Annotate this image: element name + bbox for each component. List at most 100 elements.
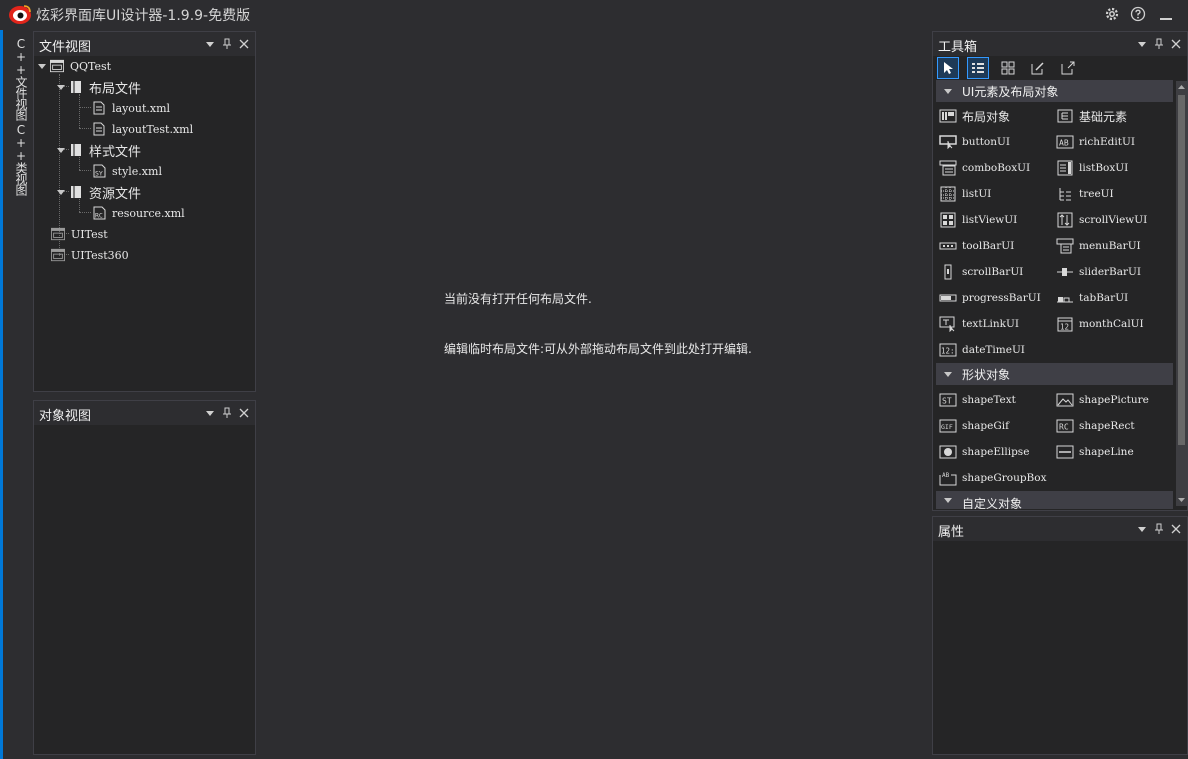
- svg-text:AB: AB: [1059, 139, 1069, 148]
- tree-item-qqtest[interactable]: QQTest: [36, 56, 111, 76]
- tree-item-style-folder[interactable]: 样式文件: [55, 140, 141, 160]
- tool-menubar[interactable]: menuBarUI: [1056, 234, 1172, 258]
- group-ui-elements[interactable]: UI元素及布局对象: [936, 80, 1173, 102]
- tool-monthcal[interactable]: 12 monthCalUI: [1056, 312, 1172, 336]
- tool-label: shapeRect: [1079, 420, 1135, 432]
- tree-item-resource-xml[interactable]: RC resource.xml: [92, 203, 185, 223]
- tool-shape-text[interactable]: ST shapeText: [939, 388, 1055, 412]
- tree-item-layout-xml[interactable]: layout.xml: [92, 98, 170, 118]
- shape-ellipse-icon: [939, 444, 957, 460]
- close-icon[interactable]: [237, 37, 251, 51]
- settings-gear-icon[interactable]: [1102, 4, 1122, 24]
- tool-label: listUI: [962, 188, 992, 200]
- tree-item-layout-folder[interactable]: 布局文件: [55, 77, 141, 97]
- dropdown-arrow-icon[interactable]: [203, 37, 217, 51]
- close-icon[interactable]: [237, 406, 251, 420]
- expanded-arrow-icon[interactable]: [942, 85, 954, 97]
- expanded-arrow-icon[interactable]: [55, 81, 67, 93]
- expanded-arrow-icon[interactable]: [55, 144, 67, 156]
- tab-cpp-file-view[interactable]: C++文件视图: [13, 37, 30, 120]
- tool-label: sliderBarUI: [1079, 266, 1142, 278]
- tool-listview[interactable]: listViewUI: [939, 208, 1055, 232]
- toolbox-title: 工具箱: [938, 40, 978, 55]
- help-icon[interactable]: [1128, 4, 1148, 24]
- tool-label: listBoxUI: [1079, 162, 1129, 174]
- pin-icon[interactable]: [220, 406, 234, 420]
- tool-textlink[interactable]: textLinkUI: [939, 312, 1055, 336]
- group-title: 形状对象: [962, 367, 1011, 382]
- close-icon[interactable]: [1169, 522, 1183, 536]
- expanded-arrow-icon[interactable]: [36, 60, 48, 72]
- tool-basic-element[interactable]: 基础元素: [1056, 104, 1172, 128]
- group-custom-objects[interactable]: 自定义对象: [936, 491, 1173, 509]
- tool-tree[interactable]: treeUI: [1056, 182, 1172, 206]
- svg-text:RC: RC: [95, 212, 103, 220]
- object-view-panel: 对象视图: [33, 400, 256, 755]
- tool-scrollview[interactable]: scrollViewUI: [1056, 208, 1172, 232]
- window-title: 炫彩界面库UI设计器-1.9.9-免费版: [36, 8, 251, 24]
- tool-progressbar[interactable]: progressBarUI: [939, 286, 1055, 310]
- list-icon: [939, 186, 957, 202]
- pointer-tool-icon[interactable]: [937, 57, 959, 79]
- tool-shape-groupbox[interactable]: AB shapeGroupBox: [939, 466, 1055, 490]
- tool-label: richEditUI: [1079, 136, 1135, 148]
- tool-shape-picture[interactable]: shapePicture: [1056, 388, 1172, 412]
- tool-shape-gif[interactable]: GIF shapeGif: [939, 414, 1055, 438]
- grid-mode-icon[interactable]: [997, 57, 1019, 79]
- dropdown-arrow-icon[interactable]: [1135, 37, 1149, 51]
- tool-shape-ellipse[interactable]: shapeEllipse: [939, 440, 1055, 464]
- tree-label: layoutTest.xml: [112, 122, 194, 136]
- tool-toolbar[interactable]: toolBarUI: [939, 234, 1055, 258]
- progressbar-icon: [939, 290, 957, 306]
- edit-icon[interactable]: [1027, 57, 1049, 79]
- dropdown-arrow-icon[interactable]: [1135, 522, 1149, 536]
- app-logo-icon: [8, 4, 32, 25]
- tree-item-layouttest-xml[interactable]: layoutTest.xml: [92, 119, 193, 139]
- pin-icon[interactable]: [1152, 522, 1166, 536]
- tool-label: comboBoxUI: [962, 162, 1031, 174]
- scroll-down-arrow-icon[interactable]: [1178, 497, 1185, 503]
- expanded-arrow-icon[interactable]: [942, 368, 954, 380]
- tree-item-style-xml[interactable]: SY style.xml: [92, 161, 162, 181]
- tree-item-resource-folder[interactable]: 资源文件: [55, 182, 141, 202]
- expanded-arrow-icon[interactable]: [55, 186, 67, 198]
- tool-button[interactable]: buttonUI: [939, 130, 1055, 154]
- group-shape-objects[interactable]: 形状对象: [936, 363, 1173, 385]
- tree-item-uitest[interactable]: UITest: [51, 224, 108, 244]
- no-layout-open-message: 当前没有打开任何布局文件.: [444, 292, 592, 306]
- toolbox-panel: 工具箱 UI元素及布局对象 布局对象 基础元素 buttonUI AB rich…: [932, 31, 1188, 511]
- style-file-icon: SY: [92, 164, 106, 178]
- scrollbar-thumb[interactable]: [1178, 95, 1185, 445]
- tool-label: scrollViewUI: [1079, 214, 1148, 226]
- list-mode-icon[interactable]: [967, 57, 989, 79]
- tool-label: 布局对象: [962, 109, 1011, 124]
- tool-richedit[interactable]: AB richEditUI: [1056, 130, 1172, 154]
- svg-text:SY: SY: [95, 170, 103, 178]
- tool-sliderbar[interactable]: sliderBarUI: [1056, 260, 1172, 284]
- tool-layout-object[interactable]: 布局对象: [939, 104, 1055, 128]
- dropdown-arrow-icon[interactable]: [203, 406, 217, 420]
- pin-icon[interactable]: [220, 37, 234, 51]
- external-icon[interactable]: [1057, 57, 1079, 79]
- datetime-icon: 12:: [939, 342, 957, 358]
- scroll-up-arrow-icon[interactable]: [1178, 84, 1185, 90]
- tab-cpp-class-view[interactable]: C++类视图: [13, 123, 30, 195]
- tool-scrollbar[interactable]: scrollBarUI: [939, 260, 1055, 284]
- close-icon[interactable]: [1169, 37, 1183, 51]
- shape-line-icon: [1056, 444, 1074, 460]
- expanded-arrow-icon[interactable]: [942, 494, 954, 506]
- shape-text-icon: ST: [939, 392, 957, 408]
- tool-shape-rect[interactable]: RC shapeRect: [1056, 414, 1172, 438]
- tool-shape-line[interactable]: shapeLine: [1056, 440, 1172, 464]
- tool-combobox[interactable]: comboBoxUI: [939, 156, 1055, 180]
- tool-list[interactable]: listUI: [939, 182, 1055, 206]
- pin-icon[interactable]: [1152, 37, 1166, 51]
- combobox-icon: [939, 160, 957, 176]
- toolbox-scrollbar[interactable]: [1176, 81, 1187, 506]
- file-view-panel: 文件视图 QQTest 布局文件 layout.xml layoutTest.x…: [33, 31, 256, 392]
- tool-listbox[interactable]: listBoxUI: [1056, 156, 1172, 180]
- minimize-icon[interactable]: [1156, 4, 1176, 24]
- tool-datetime[interactable]: 12: dateTimeUI: [939, 338, 1055, 362]
- tree-item-uitest360[interactable]: UITest360: [51, 245, 129, 265]
- tool-tabbar[interactable]: tabBarUI: [1056, 286, 1172, 310]
